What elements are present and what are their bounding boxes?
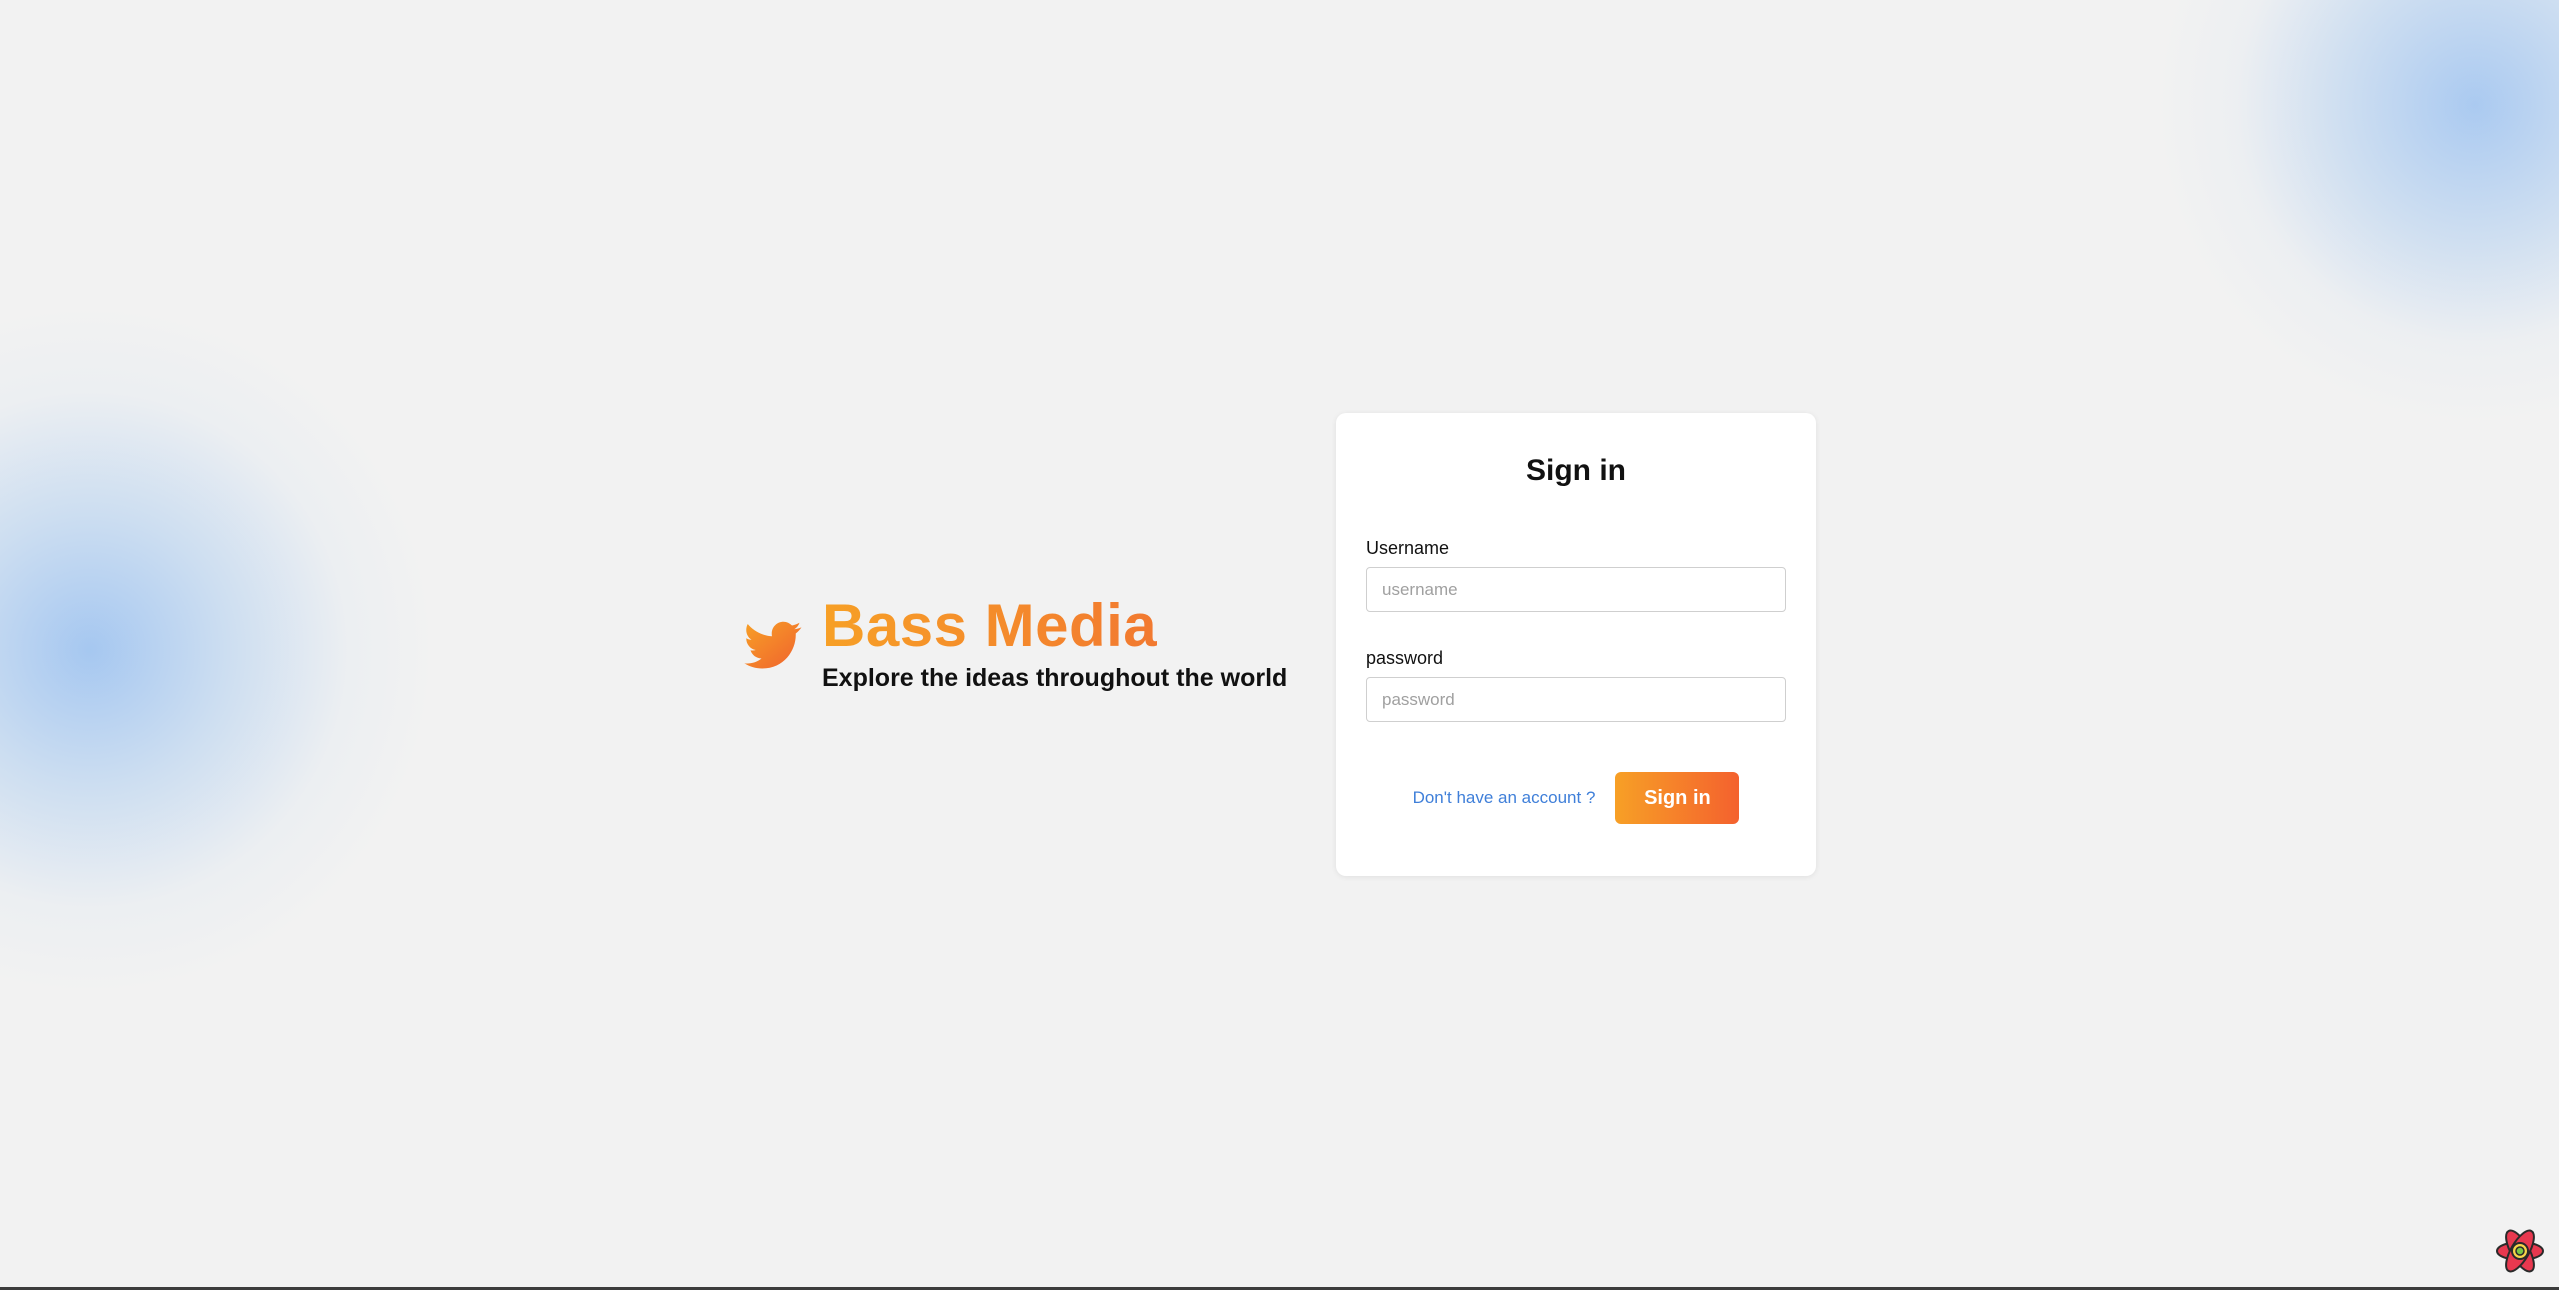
signin-button[interactable]: Sign in xyxy=(1615,772,1740,824)
background-blur-left xyxy=(0,300,440,1000)
password-input[interactable] xyxy=(1366,677,1786,722)
username-label: Username xyxy=(1366,538,1450,558)
react-devtools-icon[interactable] xyxy=(2493,1224,2547,1278)
signup-link[interactable]: Don't have an account ? xyxy=(1413,788,1596,808)
password-label: password xyxy=(1366,648,1444,668)
signin-actions: Don't have an account ? Sign in xyxy=(1366,772,1786,824)
signin-title: Sign in xyxy=(1526,454,1626,487)
brand-name: Bass Media xyxy=(822,590,1287,662)
background-blur-right xyxy=(2150,0,2559,430)
brand-section: Bass Media Explore the ideas throughout … xyxy=(742,590,1287,693)
signin-card: Sign in Username password Don't have an … xyxy=(1336,413,1816,876)
brand-tagline: Explore the ideas throughout the world xyxy=(822,664,1288,692)
username-input[interactable] xyxy=(1366,567,1786,612)
brand-text: Bass Media Explore the ideas throughout … xyxy=(822,590,1287,693)
bird-icon xyxy=(744,621,802,669)
login-page: Bass Media Explore the ideas throughout … xyxy=(0,0,2559,1290)
